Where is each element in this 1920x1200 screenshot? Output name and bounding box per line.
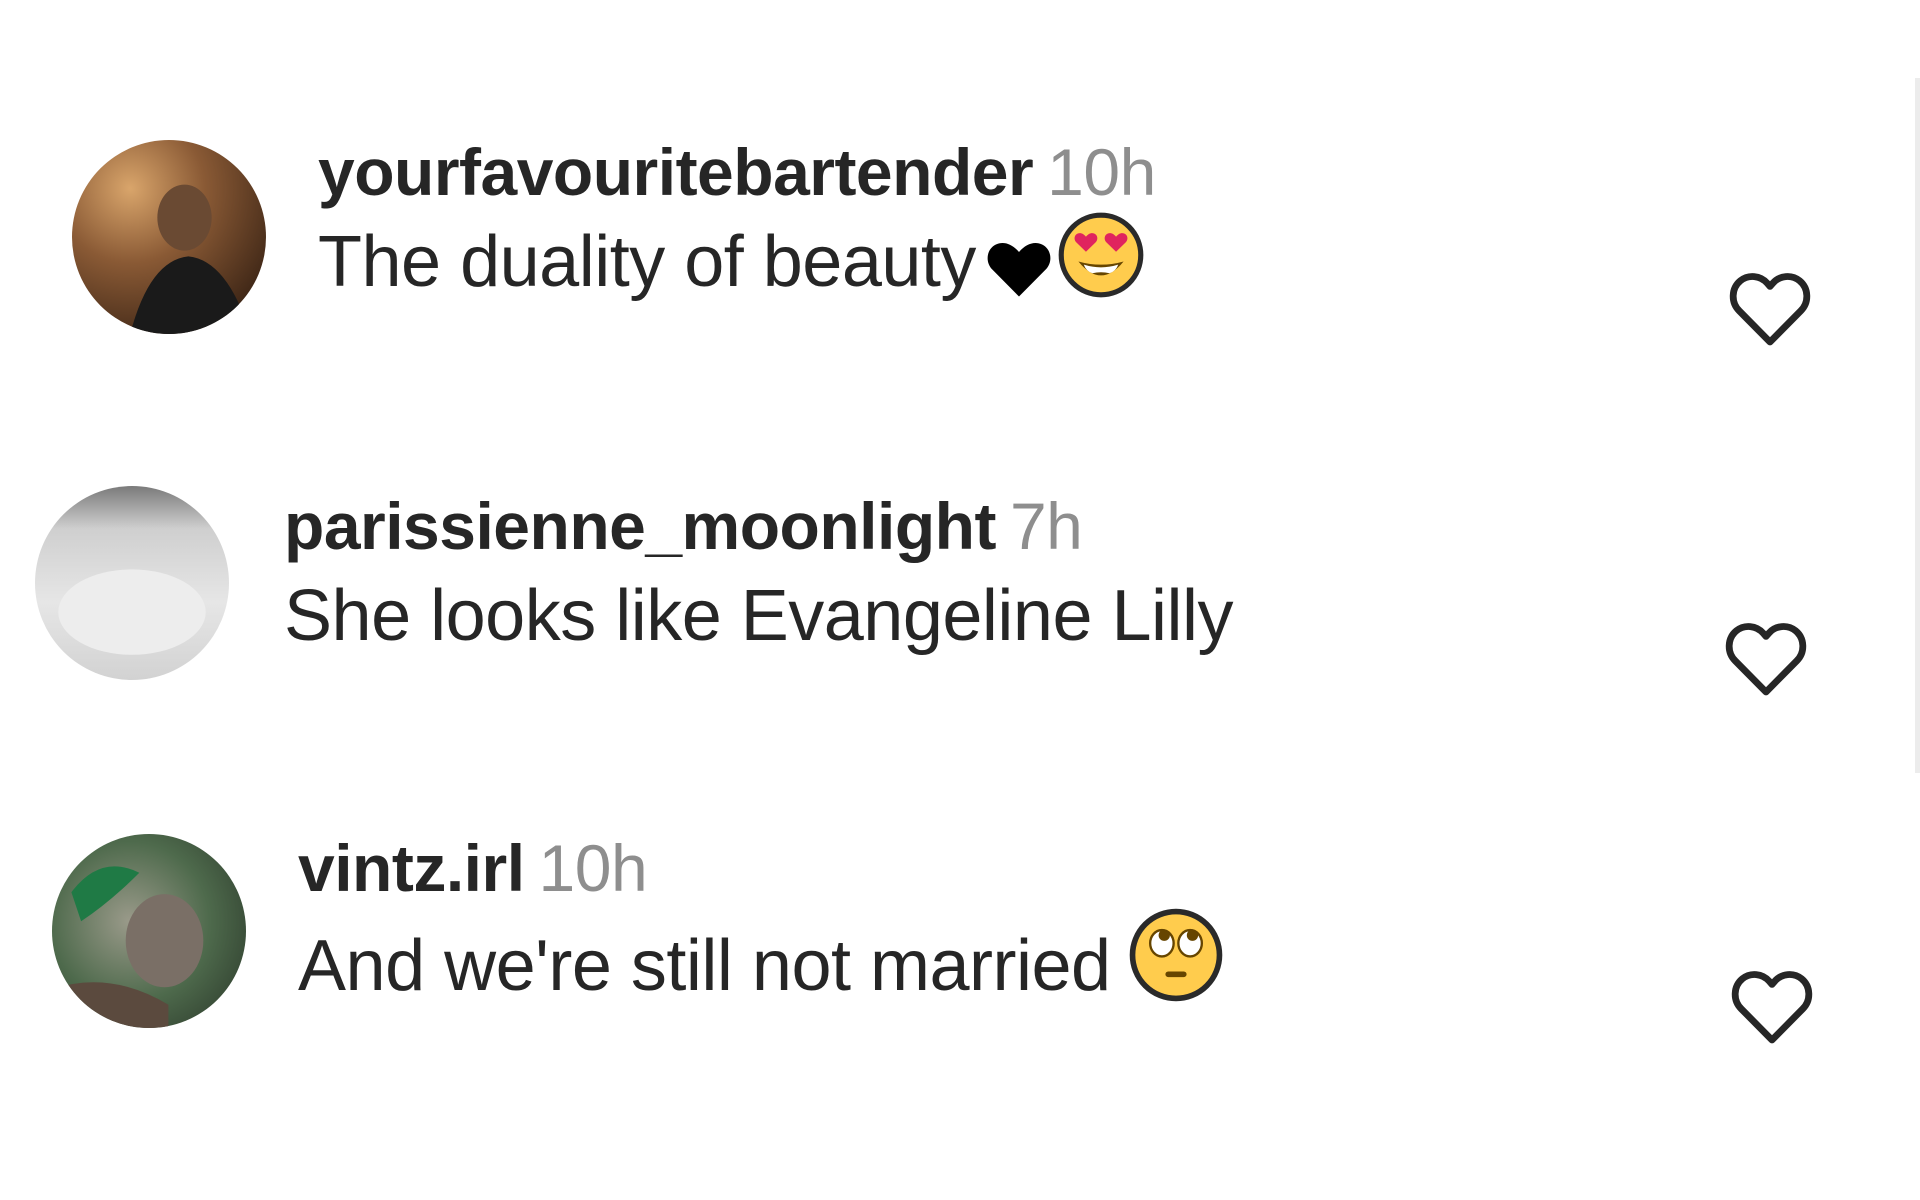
avatar-image xyxy=(35,486,229,680)
avatar[interactable] xyxy=(72,140,266,334)
comment-text-content: And we're still not married xyxy=(298,926,1111,1006)
comment-meta: yourfavouritebartender 10h xyxy=(318,132,1156,212)
comments-panel: yourfavouritebartender 10h The duality of… xyxy=(0,0,1920,1200)
username-link[interactable]: parissienne_moonlight xyxy=(284,489,996,563)
avatar-image xyxy=(52,834,246,1028)
timestamp[interactable]: 10h xyxy=(1047,135,1156,209)
avatar[interactable] xyxy=(52,834,246,1028)
comment-item: vintz.irl 10h And we're still not married xyxy=(0,826,1920,1046)
like-button[interactable] xyxy=(1724,958,1820,1054)
comment-body: parissienne_moonlight 7h She looks like E… xyxy=(284,486,1234,666)
comment-item: parissienne_moonlight 7h She looks like E… xyxy=(0,478,1920,698)
comment-text: She looks like Evangeline Lilly xyxy=(284,566,1234,666)
avatar-image xyxy=(72,140,266,334)
black-heart-icon xyxy=(986,224,1052,324)
comment-text-content: The duality of beauty xyxy=(318,222,976,302)
heart-eyes-emoji-icon xyxy=(1058,212,1144,324)
username-link[interactable]: yourfavouritebartender xyxy=(318,135,1034,209)
comment-text-content: She looks like Evangeline Lilly xyxy=(284,576,1234,656)
comment-meta: vintz.irl 10h xyxy=(298,828,1223,908)
comment-item: yourfavouritebartender 10h The duality of… xyxy=(0,130,1920,350)
comment-text: The duality of beauty xyxy=(318,212,1156,324)
eye-roll-emoji-icon xyxy=(1129,908,1223,1028)
timestamp[interactable]: 10h xyxy=(539,831,648,905)
like-button[interactable] xyxy=(1722,260,1818,356)
like-button[interactable] xyxy=(1718,610,1814,706)
username-link[interactable]: vintz.irl xyxy=(298,831,525,905)
comment-body: yourfavouritebartender 10h The duality of… xyxy=(318,132,1156,324)
comment-body: vintz.irl 10h And we're still not married xyxy=(298,828,1223,1028)
heart-outline-icon xyxy=(1729,273,1811,346)
comment-text: And we're still not married xyxy=(298,908,1223,1028)
comment-meta: parissienne_moonlight 7h xyxy=(284,486,1233,566)
timestamp[interactable]: 7h xyxy=(1010,489,1083,563)
avatar[interactable] xyxy=(35,486,229,680)
heart-outline-icon xyxy=(1725,623,1807,696)
heart-outline-icon xyxy=(1731,971,1813,1044)
